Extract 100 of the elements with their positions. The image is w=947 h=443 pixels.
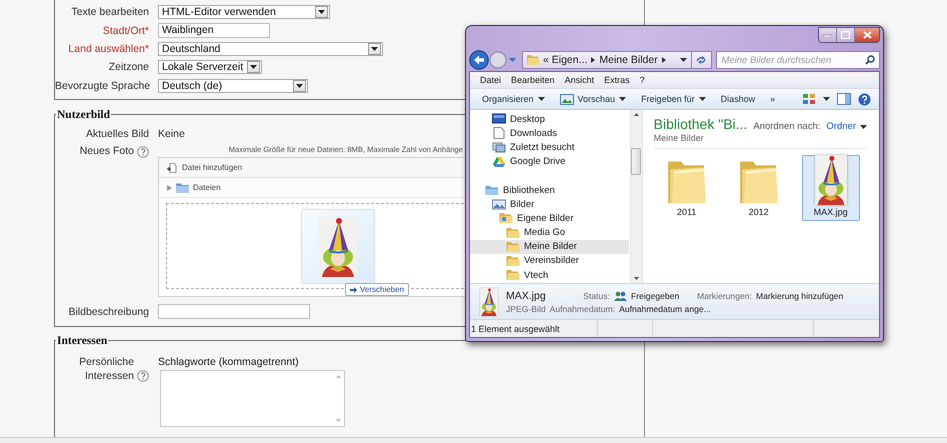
toolbar-button[interactable]: Organisieren bbox=[476, 90, 551, 108]
breadcrumb-item[interactable]: Meine Bilder bbox=[599, 54, 658, 66]
nav-item[interactable]: Meine Bilder bbox=[470, 240, 629, 254]
detail-label: Markierungen: bbox=[697, 290, 752, 300]
status-text: 1 Element ausgewählt bbox=[470, 324, 561, 334]
field-hint: Schlagworte (kommagetrennt) bbox=[158, 354, 300, 369]
arrange-label: Anordnen nach: bbox=[753, 121, 820, 132]
library-subtitle: Meine Bilder bbox=[654, 133, 705, 143]
field-label: Bildbeschreibung bbox=[67, 306, 149, 318]
toolbar-button[interactable]: Freigeben für bbox=[635, 90, 712, 108]
drive-icon bbox=[492, 156, 506, 168]
file-name: 2012 bbox=[748, 207, 769, 217]
help-icon[interactable] bbox=[137, 370, 149, 382]
scrollbar[interactable] bbox=[630, 110, 642, 283]
pictures-icon bbox=[492, 198, 506, 210]
file-name: MAX.jpg bbox=[814, 207, 848, 217]
history-caret-icon[interactable] bbox=[509, 58, 516, 62]
toolbar-button[interactable]: » bbox=[764, 90, 782, 108]
folder-icon bbox=[506, 269, 520, 282]
menu-item[interactable]: Datei bbox=[480, 75, 502, 85]
expand-arrow-icon[interactable] bbox=[167, 184, 172, 191]
nav-item[interactable]: Google Drive bbox=[470, 154, 629, 169]
file-type: JPEG-Bild bbox=[506, 304, 546, 314]
preview-icon bbox=[560, 94, 574, 104]
maximize-button[interactable] bbox=[837, 28, 855, 42]
breadcrumb-item[interactable]: « Eigen... bbox=[543, 54, 588, 66]
arrange-dropdown[interactable]: Ordner bbox=[826, 121, 867, 132]
menu-item[interactable]: ? bbox=[640, 75, 645, 85]
refresh-button[interactable] bbox=[690, 51, 712, 69]
toolbar-button[interactable]: Vorschau bbox=[554, 90, 632, 108]
chevron-icon[interactable] bbox=[662, 57, 666, 63]
file-item[interactable]: 2011 bbox=[658, 155, 716, 221]
folder-icon bbox=[506, 226, 520, 239]
toolbar-button[interactable]: Diashow bbox=[714, 90, 762, 108]
nav-item[interactable]: Desktop bbox=[470, 112, 629, 126]
dropdown-field[interactable]: Deutsch (de) bbox=[158, 78, 308, 93]
close-icon bbox=[862, 31, 872, 39]
text-field[interactable]: Waiblingen bbox=[158, 23, 270, 38]
nav-item[interactable]: Bibliotheken bbox=[470, 182, 629, 198]
detail-value: Aufnahmedatum ange... bbox=[619, 304, 711, 314]
field-label: Neues Foto bbox=[80, 145, 134, 158]
preview-pane-icon[interactable] bbox=[837, 93, 851, 105]
arrow-icon bbox=[350, 286, 357, 293]
dropdown-field[interactable]: HTML-Editor verwenden bbox=[158, 5, 330, 20]
detail-label: Status: bbox=[582, 290, 610, 300]
people-icon bbox=[614, 290, 627, 300]
section-title: Interessen bbox=[56, 334, 108, 347]
scroll-thumb[interactable] bbox=[631, 148, 642, 175]
section-title: Nutzerbild bbox=[56, 108, 112, 121]
nav-item[interactable]: Zuletzt besucht bbox=[470, 140, 629, 155]
field-label: Land auswählen* bbox=[67, 42, 149, 55]
recent-places-icon bbox=[492, 141, 506, 154]
minimize-button[interactable] bbox=[819, 28, 837, 42]
field-label: Persönliche Interessen bbox=[78, 354, 134, 383]
address-bar[interactable]: « Eigen... Meine Bilder bbox=[522, 51, 692, 69]
text-field[interactable] bbox=[158, 304, 310, 320]
close-button[interactable] bbox=[855, 28, 879, 42]
file-name: 2011 bbox=[676, 207, 696, 217]
dropdown-field[interactable]: Deutschland bbox=[158, 42, 383, 56]
menu-item[interactable]: Extras bbox=[604, 75, 630, 85]
menu-item[interactable]: Ansicht bbox=[564, 75, 594, 85]
add-file-icon bbox=[167, 162, 177, 173]
dropdown-field[interactable]: Lokale Serverzeit bbox=[158, 60, 262, 74]
detail-value[interactable]: Markierung hinzufügen bbox=[756, 290, 844, 300]
file-name: MAX.jpg bbox=[506, 290, 547, 302]
detail-label: Aufnahmedatum: bbox=[550, 304, 616, 314]
file-item[interactable]: MAX.jpg bbox=[802, 155, 860, 221]
view-caret-icon bbox=[823, 97, 830, 101]
nav-item[interactable]: Downloads bbox=[470, 126, 629, 140]
help-icon[interactable] bbox=[858, 92, 871, 106]
scroll-up-icon[interactable] bbox=[634, 113, 639, 116]
folder-label[interactable]: Dateien bbox=[193, 183, 221, 192]
folder-icon bbox=[499, 212, 513, 224]
view-options-icon[interactable] bbox=[802, 93, 816, 105]
field-label: Stadt/Ort* bbox=[102, 24, 149, 37]
library-title: Bibliothek "Bi... bbox=[654, 116, 748, 132]
field-label: Texte bearbeiten bbox=[70, 6, 149, 18]
refresh-icon bbox=[696, 56, 707, 64]
desktop-icon bbox=[492, 113, 506, 126]
help-icon[interactable] bbox=[137, 146, 149, 158]
back-button[interactable] bbox=[469, 50, 489, 70]
library-icon bbox=[485, 184, 499, 196]
field-value: Keine bbox=[158, 128, 185, 140]
field-label: Zeitzone bbox=[108, 61, 149, 74]
maximize-icon bbox=[841, 31, 850, 39]
caret-icon bbox=[860, 124, 867, 128]
folder-icon bbox=[506, 254, 520, 267]
folder-icon bbox=[176, 182, 189, 193]
field-label: Bevorzugte Sprache bbox=[55, 80, 149, 92]
chevron-icon[interactable] bbox=[591, 57, 596, 63]
scroll-down-icon[interactable] bbox=[634, 277, 639, 280]
add-file-button[interactable]: Datei hinzufügen bbox=[167, 162, 242, 173]
folder-icon bbox=[527, 54, 539, 66]
field-label: Aktuelles Bild bbox=[84, 128, 149, 140]
search-icon[interactable] bbox=[864, 55, 875, 65]
detail-value: Freigegeben bbox=[631, 290, 680, 300]
menu-item[interactable]: Bearbeiten bbox=[511, 75, 555, 85]
file-item[interactable]: 2012 bbox=[730, 155, 788, 221]
file-thumbnail[interactable] bbox=[302, 210, 374, 284]
document-icon bbox=[492, 127, 506, 140]
